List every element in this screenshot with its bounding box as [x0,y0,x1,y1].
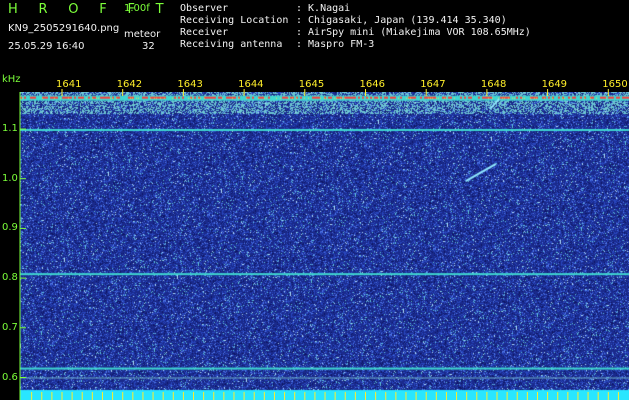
hrofft-window: H R O F F T 1.00f KN9_2505291640.png 25.… [0,0,629,400]
meteor-count: 32 [142,41,155,52]
y-tick-label: 0.9 [2,222,18,234]
y-tick-label: 0.7 [2,321,18,333]
meta-key-location: Receiving Location [180,15,289,26]
app-version: 1.00f [124,3,150,14]
x-tick-label: 1645 [298,79,325,90]
meta-key-observer: Observer [180,3,229,14]
date-time: 25.05.29 16:40 [8,41,85,52]
y-tick-label: 0.6 [2,371,18,383]
meta-value-observer: : K.Nagai [296,3,351,14]
x-tick-label: 1649 [541,79,568,90]
x-tick-label: 1641 [56,79,82,90]
x-tick-label: 1643 [177,79,203,90]
y-tick-label: 1.0 [2,172,18,184]
meteor-label: meteor [124,29,161,40]
x-tick-label: 1646 [359,79,385,90]
meta-key-antenna: Receiving antenna [180,39,283,50]
y-axis-unit: kHz [2,74,21,85]
x-tick-label: 1642 [116,79,143,90]
x-tick-label: 1644 [238,79,264,90]
meta-value-antenna: : Maspro FM-3 [296,39,375,50]
meta-key-receiver: Receiver [180,27,229,38]
spectrogram-canvas [20,92,629,400]
x-tick-label: 1647 [420,79,446,90]
file-name: KN9_2505291640.png [8,23,120,34]
y-tick-label: 0.8 [2,272,18,284]
x-tick-label: 1650 [602,79,628,90]
meta-value-location: : Chigasaki, Japan (139.414 35.340) [296,15,507,26]
y-tick-label: 1.1 [2,123,18,134]
meta-value-receiver: : AirSpy mini (Miakejima VOR 108.65MHz) [296,27,531,38]
x-tick-label: 1648 [480,79,507,90]
